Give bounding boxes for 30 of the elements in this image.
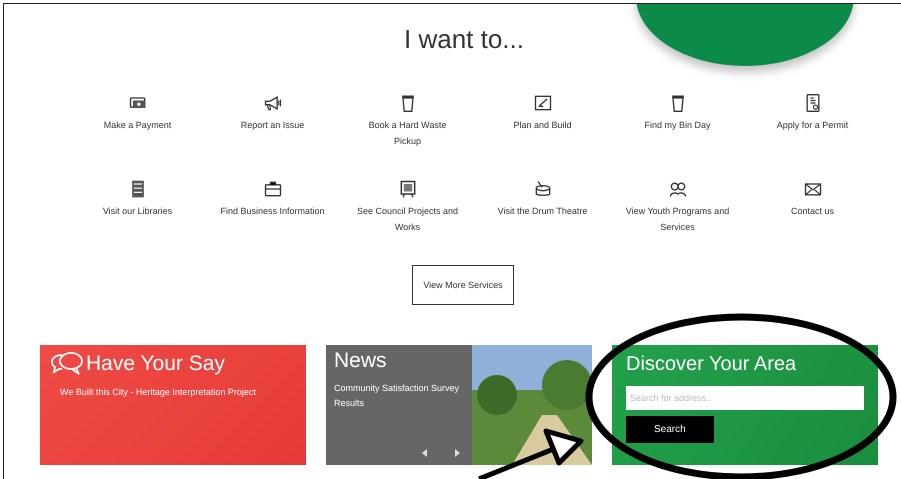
article-link[interactable]: Community Satisfaction Survey Results [334, 381, 464, 411]
service-link[interactable]: See Council Projects and Works [340, 179, 475, 235]
drawing-board-icon [532, 93, 552, 113]
megaphone-icon [262, 93, 282, 113]
section-title: I want to... [403, 24, 525, 55]
service-link[interactable]: Visit the Drum Theatre [475, 179, 610, 235]
service-link[interactable]: Contact us [745, 179, 880, 235]
card-title: News [334, 349, 388, 373]
search-button[interactable]: Search [626, 416, 714, 443]
card-title: Discover Your Area [626, 353, 796, 376]
service-link[interactable]: Visit our Libraries [70, 179, 205, 235]
have-your-say-card[interactable]: Have Your Say We Built this City - Heritage Interpretation Project [40, 345, 306, 465]
address-search-field[interactable]: Search for address.. [626, 386, 864, 410]
service-link[interactable]: Report an Issue [205, 93, 340, 149]
service-link[interactable]: Apply for a Permit [745, 93, 880, 149]
card-title: Have Your Say [86, 352, 225, 376]
drum-icon [532, 179, 552, 199]
previous-icon[interactable] [422, 449, 428, 457]
view-more-button[interactable]: View More Services [412, 265, 514, 305]
service-link[interactable]: Book a Hard Waste Pickup [340, 93, 475, 149]
service-link[interactable]: Find Business Information [205, 179, 340, 235]
service-link[interactable]: View Youth Programs and Services [610, 179, 745, 235]
briefcase-icon [262, 179, 282, 199]
noticeboard-icon [398, 179, 418, 199]
speech-bubbles-icon [50, 351, 84, 377]
service-link[interactable]: Find my Bin Day [610, 93, 745, 149]
service-link[interactable]: Plan and Build [475, 93, 610, 149]
service-link[interactable]: Make a Payment [70, 93, 205, 149]
article-link[interactable]: We Built this City - Heritage Interpretation Project [50, 385, 296, 400]
next-icon[interactable] [454, 449, 460, 457]
